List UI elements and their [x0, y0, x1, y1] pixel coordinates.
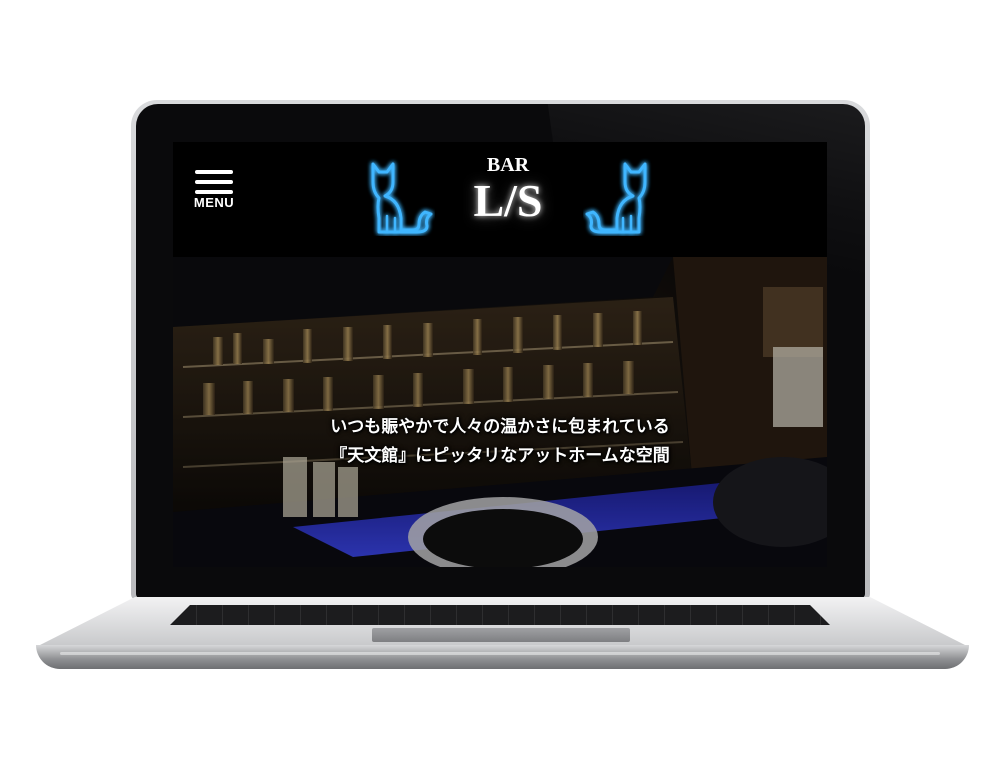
- site-logo[interactable]: BAR L/S: [363, 148, 653, 248]
- laptop-base-front: [36, 645, 969, 669]
- hero-caption: いつも賑やかで人々の温かさに包まれている 『天文館』にピッタリなアットホームな空…: [173, 413, 827, 471]
- laptop-trackpad: [372, 628, 630, 642]
- laptop-base-highlight: [60, 652, 940, 655]
- laptop-screen: MENU BAR L/S いつも賑やかで人々の温かさに包まれている 『天文館』に…: [173, 142, 827, 567]
- hero-caption-line1: いつも賑やかで人々の温かさに包まれている: [330, 417, 670, 437]
- site-header: MENU BAR L/S: [173, 142, 827, 257]
- hero-caption-line2: 『天文館』にピッタリなアットホームな空間: [330, 446, 670, 466]
- bar-interior-photo: [173, 257, 827, 567]
- menu-button[interactable]: MENU: [189, 170, 239, 214]
- neon-cat-icon: [371, 162, 433, 234]
- menu-label: MENU: [193, 195, 235, 210]
- hamburger-menu-icon[interactable]: [195, 170, 233, 194]
- hero-image: いつも賑やかで人々の温かさに包まれている 『天文館』にピッタリなアットホームな空…: [173, 257, 827, 567]
- laptop-keyboard: [170, 605, 830, 625]
- logo-ls-text: L/S: [473, 175, 543, 226]
- neon-cat-icon: [585, 162, 647, 234]
